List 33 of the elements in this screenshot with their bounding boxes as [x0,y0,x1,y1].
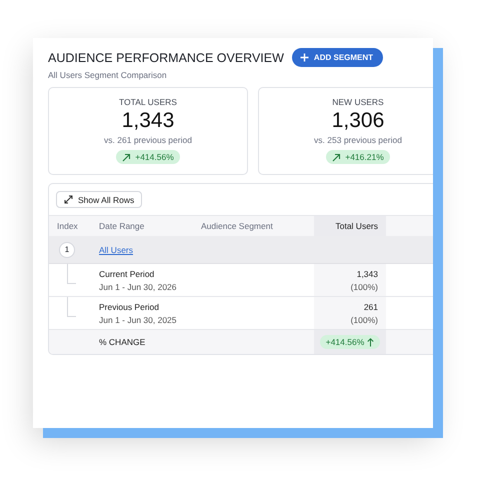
column-header: Total Users [314,216,386,236]
stat-value: 1,306 [332,109,384,133]
plus-icon [300,53,309,62]
share-value: (100%) [350,282,378,292]
add-segment-button[interactable]: ADD SEGMENT [292,48,384,67]
page-title: AUDIENCE PERFORMANCE OVERVIEW [48,50,284,64]
date-range: Jun 1 - Jun 30, 2025 [99,314,178,324]
change-badge: +416.21% [326,150,390,164]
stat-comparison: vs. 253 previous period [314,135,402,145]
period-label: Previous Period [99,302,160,312]
change-pill: +414.56% [320,335,380,349]
show-all-rows-button[interactable]: Show All Rows [56,191,142,208]
expand-icon [64,195,73,204]
index-badge: 1 [59,242,75,258]
stat-value: 1,343 [122,109,174,133]
subtitle: All Users Segment Comparison [48,70,168,80]
change-badge: +414.56% [116,150,180,164]
arrow-up-icon [367,338,374,346]
date-range: Jun 1 - Jun 30, 2026 [99,282,178,292]
period-label: Current Period [99,268,156,278]
trend-up-icon [332,152,342,162]
column-header: Date Range [98,220,146,233]
trend-up-icon [122,152,132,162]
stat-label: TOTAL USERS [119,97,177,107]
stat-label: NEW USERS [332,97,384,107]
total-users-value: 261 [364,302,378,312]
stat-comparison: vs. 261 previous period [104,135,192,145]
column-header: Audience Segment [200,220,274,233]
share-value: (100%) [350,314,378,324]
segment-link[interactable]: All Users [91,244,134,254]
column-header: Index [56,220,79,233]
change-label: % CHANGE [98,337,146,347]
total-users-value: 1,343 [356,268,378,278]
